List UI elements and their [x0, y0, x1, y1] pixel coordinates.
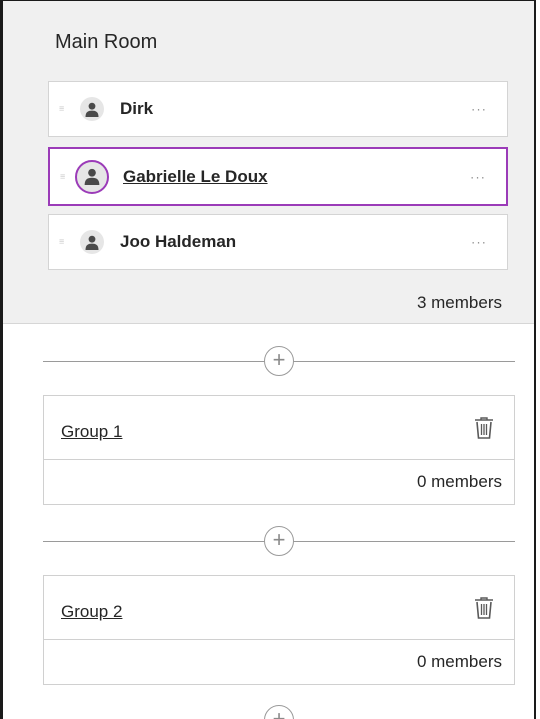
- main-room-section: Main Room ≡ Dirk ··· ≡ Gabrielle Le Doux…: [3, 1, 534, 324]
- more-options-icon[interactable]: ···: [471, 235, 487, 250]
- group-card-2: Group 2 0 members: [43, 575, 515, 685]
- person-icon: [80, 97, 104, 121]
- plus-circle-icon[interactable]: +: [264, 526, 294, 556]
- trash-icon[interactable]: [473, 416, 495, 440]
- member-row-joo[interactable]: ≡ Joo Haldeman ···: [48, 214, 508, 270]
- more-options-icon[interactable]: ···: [471, 102, 487, 117]
- group-card-1: Group 1 0 members: [43, 395, 515, 505]
- main-room-member-count: 3 members: [416, 293, 502, 312]
- trash-icon[interactable]: [473, 596, 495, 620]
- more-options-icon[interactable]: ···: [470, 169, 486, 184]
- drag-handle-icon[interactable]: ≡: [60, 172, 65, 181]
- plus-circle-icon[interactable]: +: [264, 346, 294, 376]
- group-name-link[interactable]: Group 1: [61, 422, 122, 442]
- group-member-count: 0 members: [416, 652, 502, 671]
- member-name: Dirk: [120, 99, 154, 118]
- group-header: Group 1: [44, 396, 514, 460]
- person-icon: [75, 159, 109, 194]
- member-name: Joo Haldeman: [120, 232, 237, 251]
- member-name-link[interactable]: Gabrielle Le Doux: [123, 167, 268, 187]
- person-icon: [80, 230, 104, 254]
- group-name-link[interactable]: Group 2: [61, 602, 122, 622]
- group-member-count: 0 members: [416, 472, 502, 491]
- breakout-rooms-panel: Main Room ≡ Dirk ··· ≡ Gabrielle Le Doux…: [0, 0, 536, 719]
- member-row-dirk[interactable]: ≡ Dirk ···: [48, 81, 508, 137]
- main-room-title: Main Room: [55, 31, 158, 53]
- member-row-gabrielle[interactable]: ≡ Gabrielle Le Doux ···: [48, 147, 508, 206]
- group-header: Group 2: [44, 576, 514, 640]
- plus-circle-icon[interactable]: +: [264, 705, 294, 719]
- drag-handle-icon[interactable]: ≡: [59, 104, 64, 114]
- drag-handle-icon[interactable]: ≡: [59, 237, 64, 247]
